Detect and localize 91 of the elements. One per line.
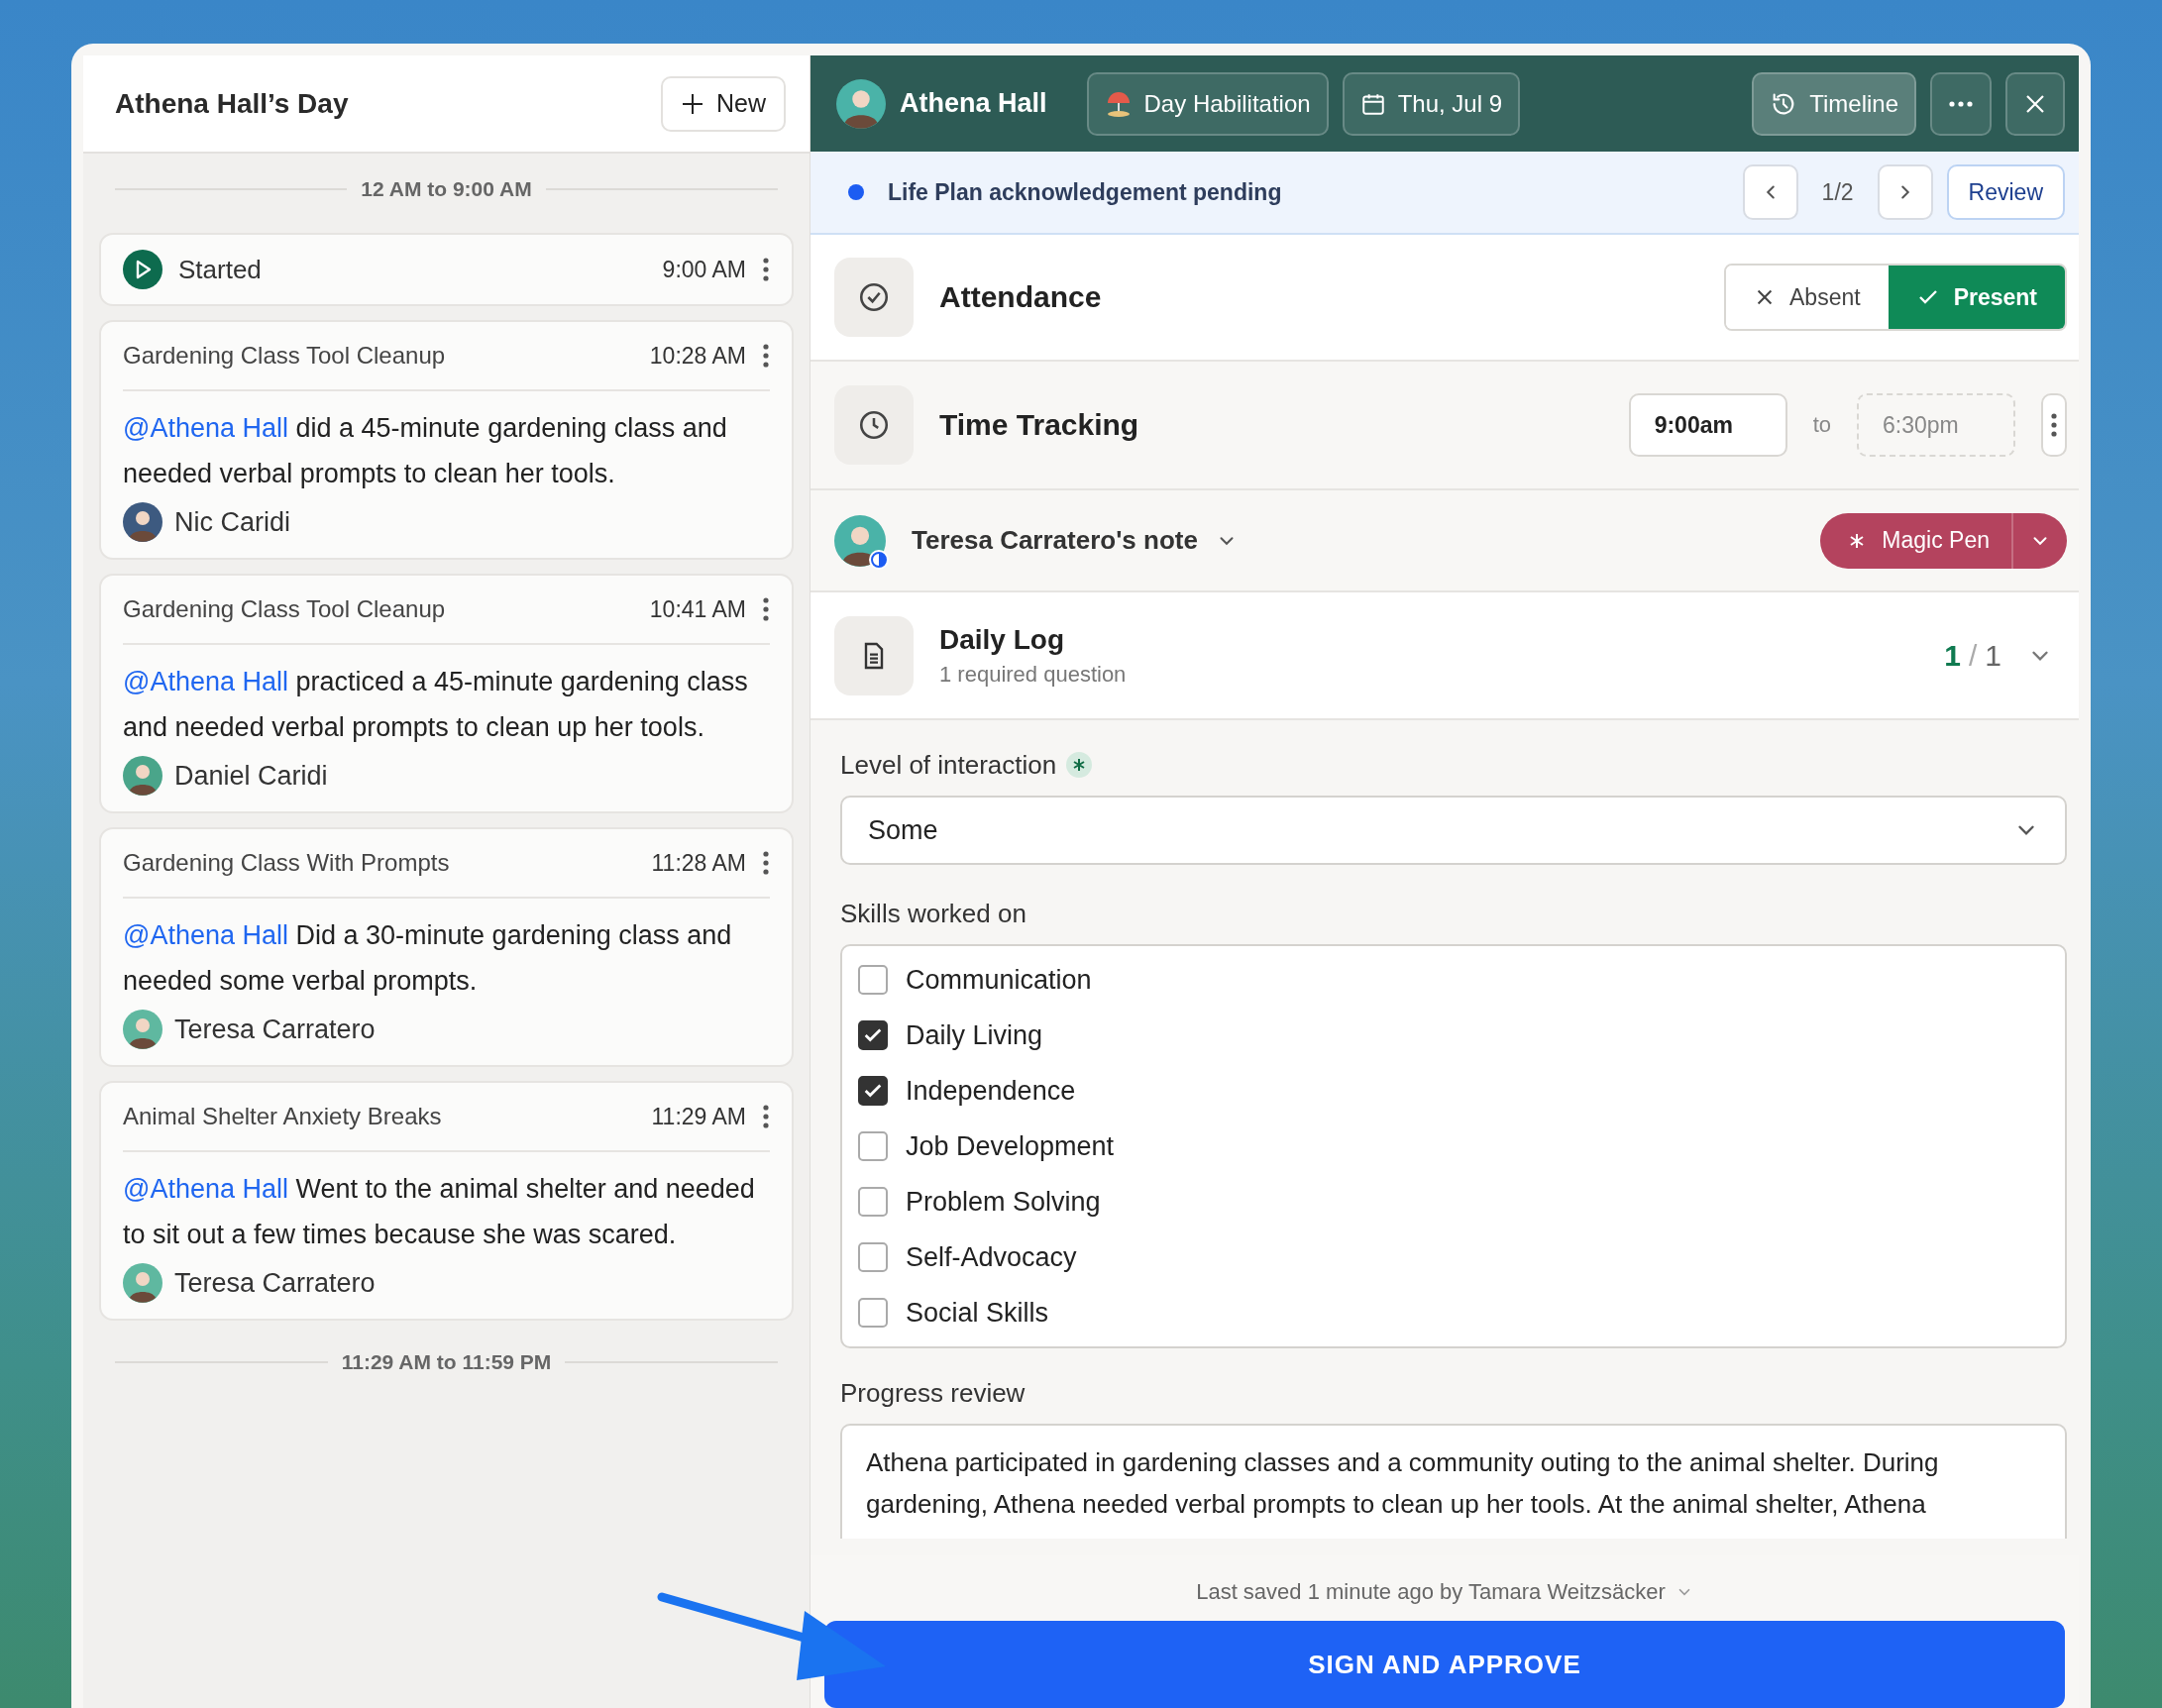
- note-title: Gardening Class Tool Cleanup: [123, 342, 447, 370]
- count-separator: /: [1968, 638, 1978, 673]
- time: 10:28 AM: [649, 342, 746, 370]
- note-title: Gardening Class Tool Cleanup: [123, 595, 447, 623]
- checkbox-label[interactable]: Communication: [906, 964, 1092, 996]
- author-name: Daniel Caridi: [174, 760, 328, 792]
- avatar: [123, 1010, 162, 1049]
- close-button[interactable]: [2005, 71, 2065, 136]
- note-text: @Athena Hall practiced a 45-minute gardening class and needed verbal prompts to clean up her tools.: [123, 666, 749, 744]
- end-time-field[interactable]: 6:30pm: [1857, 393, 2015, 457]
- review-button[interactable]: Review: [1946, 164, 2065, 220]
- section-title: Daily Log: [939, 623, 1065, 656]
- avatar: [834, 514, 886, 567]
- time: 11:28 AM: [651, 849, 746, 877]
- author-name: Nic Caridi: [174, 506, 291, 538]
- mention-link[interactable]: @Athena Hall: [123, 920, 288, 950]
- checkbox-label[interactable]: Social Skills: [906, 1297, 1049, 1329]
- timeline-button[interactable]: Timeline: [1752, 71, 1916, 136]
- interaction-select[interactable]: Some: [840, 796, 2067, 865]
- checkbox[interactable]: [858, 965, 888, 995]
- more-icon[interactable]: [762, 257, 770, 282]
- time: 11:29 AM: [651, 1103, 746, 1130]
- time-range: 11:29 AM to 11:59 PM: [341, 1350, 552, 1374]
- more-icon[interactable]: [762, 850, 770, 876]
- more-button[interactable]: [2041, 393, 2067, 457]
- section-subtitle: 1 required question: [939, 661, 1128, 688]
- range-separator: to: [1812, 412, 1831, 438]
- checkbox-label[interactable]: Daily Living: [906, 1019, 1043, 1051]
- panel-title: Athena Hall’s Day: [115, 87, 349, 120]
- field-label: Progress review: [840, 1377, 1026, 1409]
- progress-review-field[interactable]: Athena participated in gardening classes and a community outing to the animal shelter. During gardening, Athena needed verbal prompts to clean up her tools. At the animal shelter, Athena: [840, 1424, 2067, 1539]
- attendance-option[interactable]: Present: [1888, 266, 2065, 329]
- half-circle-icon: [868, 548, 890, 571]
- total-count: 1: [1985, 638, 2001, 673]
- note-text: @Athena Hall Went to the animal shelter and needed to sit out a few times because she was scared.: [123, 1173, 756, 1251]
- note-title: Animal Shelter Anxiety Breaks: [123, 1103, 443, 1130]
- more-icon[interactable]: [762, 1104, 770, 1129]
- last-saved-text: Last saved 1 minute ago by Tamara Weitzsäcker: [1196, 1579, 1666, 1605]
- plus-icon: [681, 91, 704, 116]
- note-text: @Athena Hall Did a 30-minute gardening class and needed some verbal prompts.: [123, 919, 733, 998]
- note-card[interactable]: Gardening Class Tool Cleanup 10:41 AM @Athena Hall practiced a 45-minute gardening class and needed verbal prompts to clean up her tools. Daniel Caridi: [99, 574, 794, 813]
- mention-link[interactable]: @Athena Hall: [123, 667, 288, 696]
- field-label: Skills worked on: [840, 898, 1027, 929]
- play-icon: [123, 250, 162, 289]
- avatar: [123, 756, 162, 796]
- mention-link[interactable]: @Athena Hall: [123, 1174, 288, 1204]
- more-icon[interactable]: [2050, 412, 2058, 438]
- note-author[interactable]: Teresa Carratero's note: [912, 525, 1198, 556]
- time: 10:41 AM: [649, 595, 746, 623]
- checkbox[interactable]: [858, 1131, 888, 1161]
- section-title: Time Tracking: [939, 408, 1140, 442]
- avatar: [836, 78, 886, 129]
- section-title: Attendance: [939, 280, 1103, 314]
- answered-count: 1: [1944, 638, 1961, 673]
- client-name: Athena Hall: [900, 88, 1047, 119]
- field-label: Level of interaction: [840, 749, 1057, 781]
- checkbox[interactable]: [858, 1020, 888, 1050]
- avatar: [123, 1263, 162, 1303]
- mention-link[interactable]: @Athena Hall: [123, 413, 288, 443]
- note-title: Gardening Class With Prompts: [123, 849, 451, 877]
- more-icon[interactable]: [762, 343, 770, 369]
- note-text: @Athena Hall did a 45-minute gardening class and needed verbal prompts to clean her tools.: [123, 412, 728, 490]
- more-icon[interactable]: [1948, 99, 1974, 108]
- author-name: Teresa Carratero: [174, 1267, 376, 1299]
- time-range: 12 AM to 9:00 AM: [361, 177, 532, 201]
- new-button[interactable]: New: [661, 75, 786, 132]
- author-name: Teresa Carratero: [174, 1014, 376, 1045]
- start-time-field[interactable]: 9:00am: [1628, 393, 1787, 457]
- checkbox[interactable]: [858, 1242, 888, 1272]
- checkbox-label[interactable]: Self-Advocacy: [906, 1241, 1077, 1273]
- date-chip[interactable]: Thu, Jul 9: [1342, 71, 1520, 136]
- checkbox[interactable]: [858, 1298, 888, 1328]
- sign-and-approve-button[interactable]: SIGN AND APPROVE: [824, 1621, 2065, 1708]
- page-counter: 1/2: [1820, 178, 1855, 206]
- banner-message: Life Plan acknowledgement pending: [888, 178, 1283, 206]
- status-dot: [848, 184, 864, 200]
- service-chip[interactable]: Day Habilitation: [1086, 71, 1329, 136]
- note-card[interactable]: Animal Shelter Anxiety Breaks 11:29 AM @Athena Hall Went to the animal shelter and needed to sit out a few times because she was scared. Teresa Carratero: [99, 1081, 794, 1321]
- more-icon[interactable]: [762, 596, 770, 622]
- clock-icon: [857, 408, 891, 442]
- checkbox[interactable]: [858, 1187, 888, 1217]
- avatar: [123, 502, 162, 542]
- note-card[interactable]: Gardening Class Tool Cleanup 10:28 AM @Athena Hall did a 45-minute gardening class and needed verbal prompts to clean her tools. Nic Caridi: [99, 320, 794, 560]
- status-label: Started: [178, 254, 263, 285]
- checkbox-label[interactable]: Job Development: [906, 1130, 1115, 1162]
- checkbox-label[interactable]: Independence: [906, 1075, 1076, 1107]
- note-card[interactable]: Gardening Class With Prompts 11:28 AM @Athena Hall Did a 30-minute gardening class and needed some verbal prompts. Teresa Carratero: [99, 827, 794, 1067]
- time: 9:00 AM: [662, 256, 746, 283]
- checkbox-label[interactable]: Problem Solving: [906, 1186, 1101, 1218]
- checkbox[interactable]: [858, 1076, 888, 1106]
- check-circle-icon: [857, 280, 891, 314]
